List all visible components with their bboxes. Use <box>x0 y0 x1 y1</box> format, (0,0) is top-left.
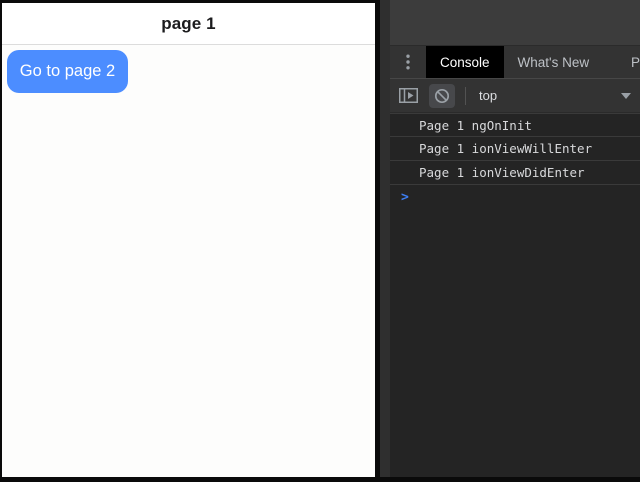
tab-partial[interactable]: P <box>631 46 640 78</box>
show-console-sidebar-button[interactable] <box>395 84 421 108</box>
go-to-page-2-button[interactable]: Go to page 2 <box>7 50 128 93</box>
devtools-tab-bar: Console What's New P <box>390 46 640 79</box>
console-prompt-icon: > <box>401 190 409 205</box>
page-title: page 1 <box>161 14 215 34</box>
screen: page 1 Go to page 2 Console What's New <box>0 0 640 482</box>
dropdown-caret-icon <box>621 93 631 99</box>
console-messages-area: Page 1 ngOnInit Page 1 ionViewWillEnter … <box>390 113 640 476</box>
console-message: Page 1 ionViewDidEnter <box>390 161 640 185</box>
console-input[interactable]: > <box>390 185 640 209</box>
tab-whats-new[interactable]: What's New <box>504 46 604 78</box>
go-to-page-2-button-label: Go to page 2 <box>20 62 115 81</box>
tab-partial-label: P <box>631 55 640 70</box>
show-console-sidebar-icon <box>399 88 418 103</box>
clear-console-icon <box>434 88 450 104</box>
devtools-menu-button[interactable] <box>396 50 420 74</box>
tab-whats-new-label: What's New <box>518 55 590 70</box>
javascript-context-selector[interactable]: top <box>466 79 640 112</box>
console-toolbar: top <box>390 79 640 113</box>
tab-console[interactable]: Console <box>426 46 504 78</box>
clear-console-button[interactable] <box>429 84 455 108</box>
console-message: Page 1 ngOnInit <box>390 113 640 137</box>
console-message: Page 1 ionViewWillEnter <box>390 137 640 161</box>
app-page: page 1 Go to page 2 <box>2 3 375 477</box>
kebab-menu-icon <box>406 54 410 70</box>
tab-console-label: Console <box>440 55 490 70</box>
app-header: page 1 <box>2 3 375 45</box>
devtools-panel: Console What's New P <box>390 0 640 477</box>
context-selector-label: top <box>479 88 497 103</box>
devtools-top-strip <box>390 0 640 46</box>
page-scrollbar-track[interactable] <box>380 0 390 477</box>
